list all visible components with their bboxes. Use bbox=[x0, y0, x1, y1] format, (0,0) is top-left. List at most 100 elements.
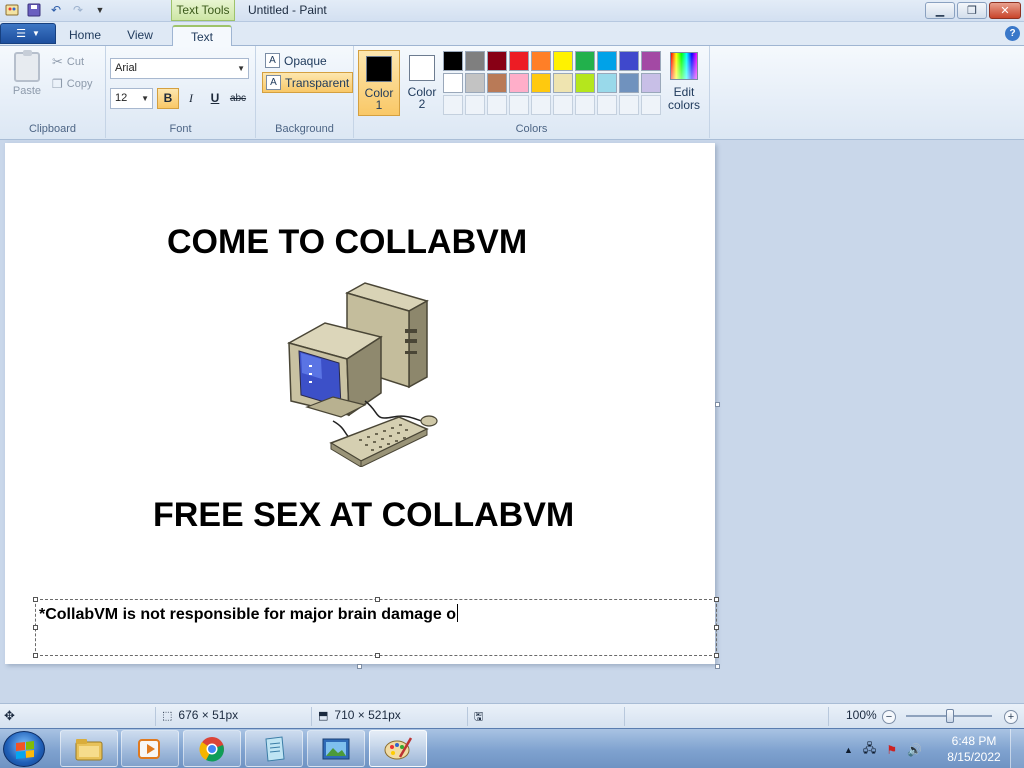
text-entry-box[interactable]: *CollabVM is not responsible for major b… bbox=[33, 597, 719, 658]
title-bar: ↶ ↷ ▼ Text Tools Untitled - Paint ▁ ❐ ✕ bbox=[0, 0, 1024, 22]
custom-color-slot[interactable] bbox=[487, 95, 507, 115]
palette-swatch[interactable] bbox=[487, 73, 507, 93]
custom-color-slot[interactable] bbox=[575, 95, 595, 115]
custom-color-slot[interactable] bbox=[465, 95, 485, 115]
disk-icon: 🖫 bbox=[474, 711, 484, 723]
opaque-label: Opaque bbox=[284, 53, 327, 68]
cut-button[interactable]: ✂ Cut bbox=[52, 52, 84, 72]
edit-colors-button[interactable]: Edit colors bbox=[666, 52, 702, 112]
undo-icon[interactable]: ↶ bbox=[48, 2, 64, 18]
canvas-resize-handle-bottom[interactable] bbox=[357, 664, 362, 669]
palette-swatch[interactable] bbox=[597, 51, 617, 71]
redo-icon[interactable]: ↷ bbox=[70, 2, 86, 18]
volume-icon[interactable]: 🔊 bbox=[907, 743, 922, 757]
custom-color-slot[interactable] bbox=[531, 95, 551, 115]
palette-swatch[interactable] bbox=[575, 73, 595, 93]
colors-group-label: Colors bbox=[515, 123, 548, 135]
taskbar-explorer[interactable] bbox=[60, 730, 118, 767]
zoom-out-button[interactable]: − bbox=[882, 710, 896, 724]
palette-swatch[interactable] bbox=[509, 73, 529, 93]
color-spectrum-icon bbox=[670, 52, 698, 80]
resize-handle-n[interactable] bbox=[375, 597, 380, 602]
minimize-button[interactable]: ▁ bbox=[925, 2, 955, 19]
custom-color-slot[interactable] bbox=[443, 95, 463, 115]
media-player-icon bbox=[138, 738, 160, 759]
tab-text[interactable]: Text bbox=[172, 25, 232, 47]
resize-handle-s[interactable] bbox=[375, 653, 380, 658]
taskbar-paint[interactable] bbox=[369, 730, 427, 767]
help-icon[interactable]: ? bbox=[1005, 26, 1020, 41]
start-button[interactable] bbox=[3, 731, 45, 767]
palette-swatch[interactable] bbox=[575, 51, 595, 71]
resize-handle-ne[interactable] bbox=[714, 597, 719, 602]
system-clock[interactable]: 6:48 PM 8/15/2022 bbox=[944, 733, 1004, 765]
palette-swatch[interactable] bbox=[531, 73, 551, 93]
show-desktop-button[interactable] bbox=[1010, 729, 1024, 768]
resize-handle-se[interactable] bbox=[714, 653, 719, 658]
taskbar-notepad[interactable] bbox=[245, 730, 303, 767]
taskbar-photo-viewer[interactable] bbox=[307, 730, 365, 767]
text-entry-content[interactable]: *CollabVM is not responsible for major b… bbox=[39, 604, 458, 624]
palette-swatch[interactable] bbox=[509, 51, 529, 71]
custom-color-slot[interactable] bbox=[553, 95, 573, 115]
close-button[interactable]: ✕ bbox=[989, 2, 1021, 19]
show-hidden-icons-icon[interactable]: ▲ bbox=[844, 745, 853, 755]
palette-swatch[interactable] bbox=[619, 51, 639, 71]
canvas-workspace[interactable]: COME TO COLLABVM FREE SEX AT COLLABVM *C… bbox=[0, 141, 1024, 703]
italic-button[interactable]: I bbox=[180, 88, 202, 109]
custom-color-slot[interactable] bbox=[509, 95, 529, 115]
resize-handle-e[interactable] bbox=[714, 625, 719, 630]
tab-view[interactable]: View bbox=[116, 25, 164, 46]
resize-handle-nw[interactable] bbox=[33, 597, 38, 602]
color1-swatch bbox=[366, 56, 392, 82]
maximize-button[interactable]: ❐ bbox=[957, 2, 987, 19]
font-size-select[interactable]: 12 ▼ bbox=[110, 88, 153, 109]
drawing-canvas[interactable]: COME TO COLLABVM FREE SEX AT COLLABVM *C… bbox=[5, 143, 719, 664]
bold-button[interactable]: B bbox=[157, 88, 179, 109]
save-icon[interactable] bbox=[26, 2, 42, 18]
zoom-in-button[interactable]: + bbox=[1004, 710, 1018, 724]
action-center-flag-icon[interactable]: ⚑ bbox=[886, 743, 897, 757]
paint-app-icon[interactable] bbox=[4, 2, 20, 18]
color2-button[interactable]: Color 2 bbox=[401, 50, 443, 116]
strikethrough-button[interactable]: abc bbox=[227, 88, 249, 109]
custom-color-slot[interactable] bbox=[641, 95, 661, 115]
resize-handle-sw[interactable] bbox=[33, 653, 38, 658]
canvas-resize-handle-right[interactable] bbox=[715, 402, 720, 407]
taskbar-chrome[interactable] bbox=[183, 730, 241, 767]
zoom-slider-thumb[interactable] bbox=[946, 709, 954, 723]
color1-button[interactable]: Color 1 bbox=[358, 50, 400, 116]
opaque-icon: A bbox=[265, 53, 280, 68]
palette-swatch[interactable] bbox=[443, 51, 463, 71]
underline-button[interactable]: U bbox=[204, 88, 226, 109]
resize-handle-w[interactable] bbox=[33, 625, 38, 630]
palette-swatch[interactable] bbox=[465, 73, 485, 93]
palette-swatch[interactable] bbox=[553, 73, 573, 93]
taskbar-media-player[interactable] bbox=[121, 730, 179, 767]
palette-swatch[interactable] bbox=[531, 51, 551, 71]
palette-swatch[interactable] bbox=[553, 51, 573, 71]
network-icon[interactable]: 🖧 bbox=[863, 739, 876, 760]
palette-swatch[interactable] bbox=[443, 73, 463, 93]
status-bar: ✥ ⬚ 676 × 51px ⬒ 710 × 521px 🖫 100% − + bbox=[0, 703, 1024, 728]
canvas-resize-handle-corner[interactable] bbox=[715, 664, 720, 669]
palette-swatch[interactable] bbox=[619, 73, 639, 93]
custom-color-slot[interactable] bbox=[597, 95, 617, 115]
paint-menu-button[interactable]: ☰ ▼ bbox=[0, 23, 56, 44]
opaque-button[interactable]: A Opaque bbox=[262, 50, 330, 71]
folder-icon bbox=[75, 738, 103, 760]
copy-button[interactable]: ❐ Copy bbox=[52, 74, 92, 94]
palette-swatch[interactable] bbox=[597, 73, 617, 93]
customize-qat-icon[interactable]: ▼ bbox=[92, 2, 108, 18]
tab-home[interactable]: Home bbox=[62, 25, 108, 46]
palette-swatch[interactable] bbox=[641, 51, 661, 71]
font-family-select[interactable]: Arial ▼ bbox=[110, 58, 249, 79]
palette-swatch[interactable] bbox=[487, 51, 507, 71]
paste-button[interactable]: Paste bbox=[8, 50, 46, 104]
custom-color-slot[interactable] bbox=[619, 95, 639, 115]
palette-swatch[interactable] bbox=[465, 51, 485, 71]
palette-swatch[interactable] bbox=[641, 73, 661, 93]
photo-viewer-icon bbox=[322, 738, 350, 759]
transparent-button[interactable]: A Transparent bbox=[262, 72, 354, 93]
clipboard-group-label: Clipboard bbox=[28, 123, 77, 135]
